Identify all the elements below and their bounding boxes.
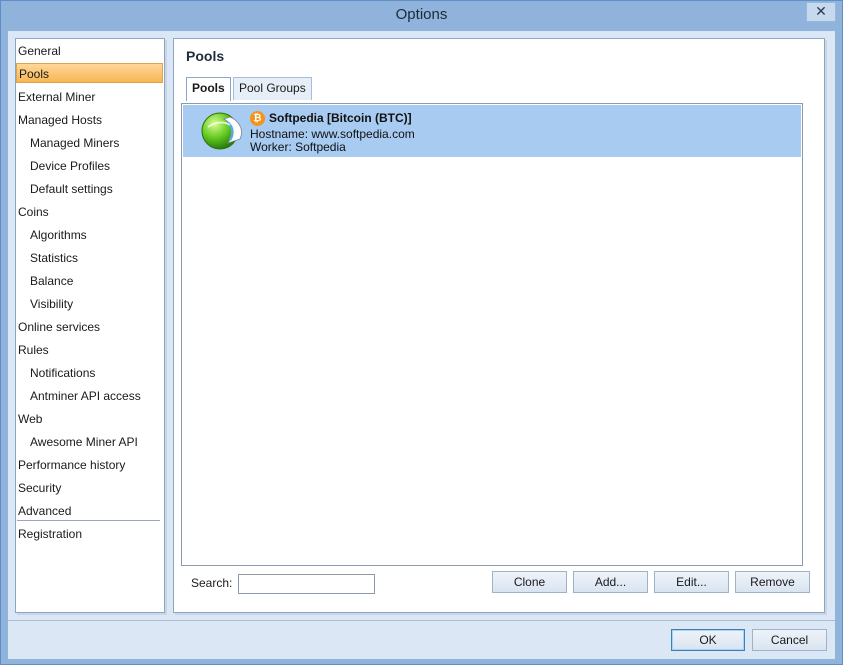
nav-item-security[interactable]: Security <box>16 478 61 498</box>
nav-item-managed-miners[interactable]: Managed Miners <box>16 133 119 153</box>
cancel-button[interactable]: Cancel <box>752 629 827 651</box>
options-window: Options ✕ General Pools External Miner M… <box>0 0 843 665</box>
pool-name: Softpedia [Bitcoin (BTC)] <box>269 111 412 125</box>
nav-item-web[interactable]: Web <box>16 409 42 429</box>
nav-item-managed-hosts[interactable]: Managed Hosts <box>16 110 102 130</box>
search-input[interactable] <box>238 574 375 594</box>
nav-item-device-profiles[interactable]: Device Profiles <box>16 156 110 176</box>
nav-item-registration[interactable]: Registration <box>16 524 82 544</box>
nav-item-advanced[interactable]: Advanced <box>16 501 71 521</box>
pool-hostname: Hostname: www.softpedia.com <box>250 127 415 141</box>
nav-item-pools[interactable]: Pools <box>16 63 163 83</box>
window-title: Options <box>395 6 448 23</box>
nav-item-external-miner[interactable]: External Miner <box>16 87 95 107</box>
nav-item-general[interactable]: General <box>16 41 61 61</box>
tab-pools[interactable]: Pools <box>186 77 231 101</box>
nav-item-coins[interactable]: Coins <box>16 202 49 222</box>
pool-worker: Worker: Softpedia <box>250 140 346 154</box>
nav-item-default-settings[interactable]: Default settings <box>16 179 113 199</box>
list-item[interactable]: ₿ Softpedia [Bitcoin (BTC)] Hostname: ww… <box>183 105 801 157</box>
title-bar[interactable]: Options ✕ <box>1 1 842 31</box>
nav-item-statistics[interactable]: Statistics <box>16 248 78 268</box>
page-title: Pools <box>186 48 225 64</box>
dialog-client: General Pools External Miner Managed Hos… <box>8 31 835 659</box>
add-button[interactable]: Add... <box>573 571 648 593</box>
nav-item-balance[interactable]: Balance <box>16 271 73 291</box>
ok-button[interactable]: OK <box>671 629 745 651</box>
nav-item-awesome-miner-api[interactable]: Awesome Miner API <box>16 432 138 452</box>
nav-item-performance-history[interactable]: Performance history <box>16 455 125 475</box>
options-nav: General Pools External Miner Managed Hos… <box>15 38 165 613</box>
nav-item-online-services[interactable]: Online services <box>16 317 100 337</box>
nav-separator <box>17 520 160 521</box>
pool-globe-icon <box>201 112 242 150</box>
pools-list[interactable]: ₿ Softpedia [Bitcoin (BTC)] Hostname: ww… <box>181 103 803 566</box>
remove-button[interactable]: Remove <box>735 571 810 593</box>
clone-button[interactable]: Clone <box>492 571 567 593</box>
tab-pool-groups[interactable]: Pool Groups <box>233 77 312 100</box>
nav-item-algorithms[interactable]: Algorithms <box>16 225 87 245</box>
nav-item-notifications[interactable]: Notifications <box>16 363 95 383</box>
nav-item-antminer-api-access[interactable]: Antminer API access <box>16 386 141 406</box>
close-button[interactable]: ✕ <box>806 2 836 22</box>
edit-button[interactable]: Edit... <box>654 571 729 593</box>
bitcoin-icon: ₿ <box>250 111 265 126</box>
nav-item-rules[interactable]: Rules <box>16 340 49 360</box>
dialog-button-bar: OK Cancel <box>8 620 835 659</box>
nav-item-visibility[interactable]: Visibility <box>16 294 73 314</box>
pools-panel: Pools Pools Pool Groups ₿ Softpedia [Bit… <box>173 38 825 613</box>
search-label: Search: <box>191 576 233 590</box>
close-icon: ✕ <box>815 3 827 19</box>
